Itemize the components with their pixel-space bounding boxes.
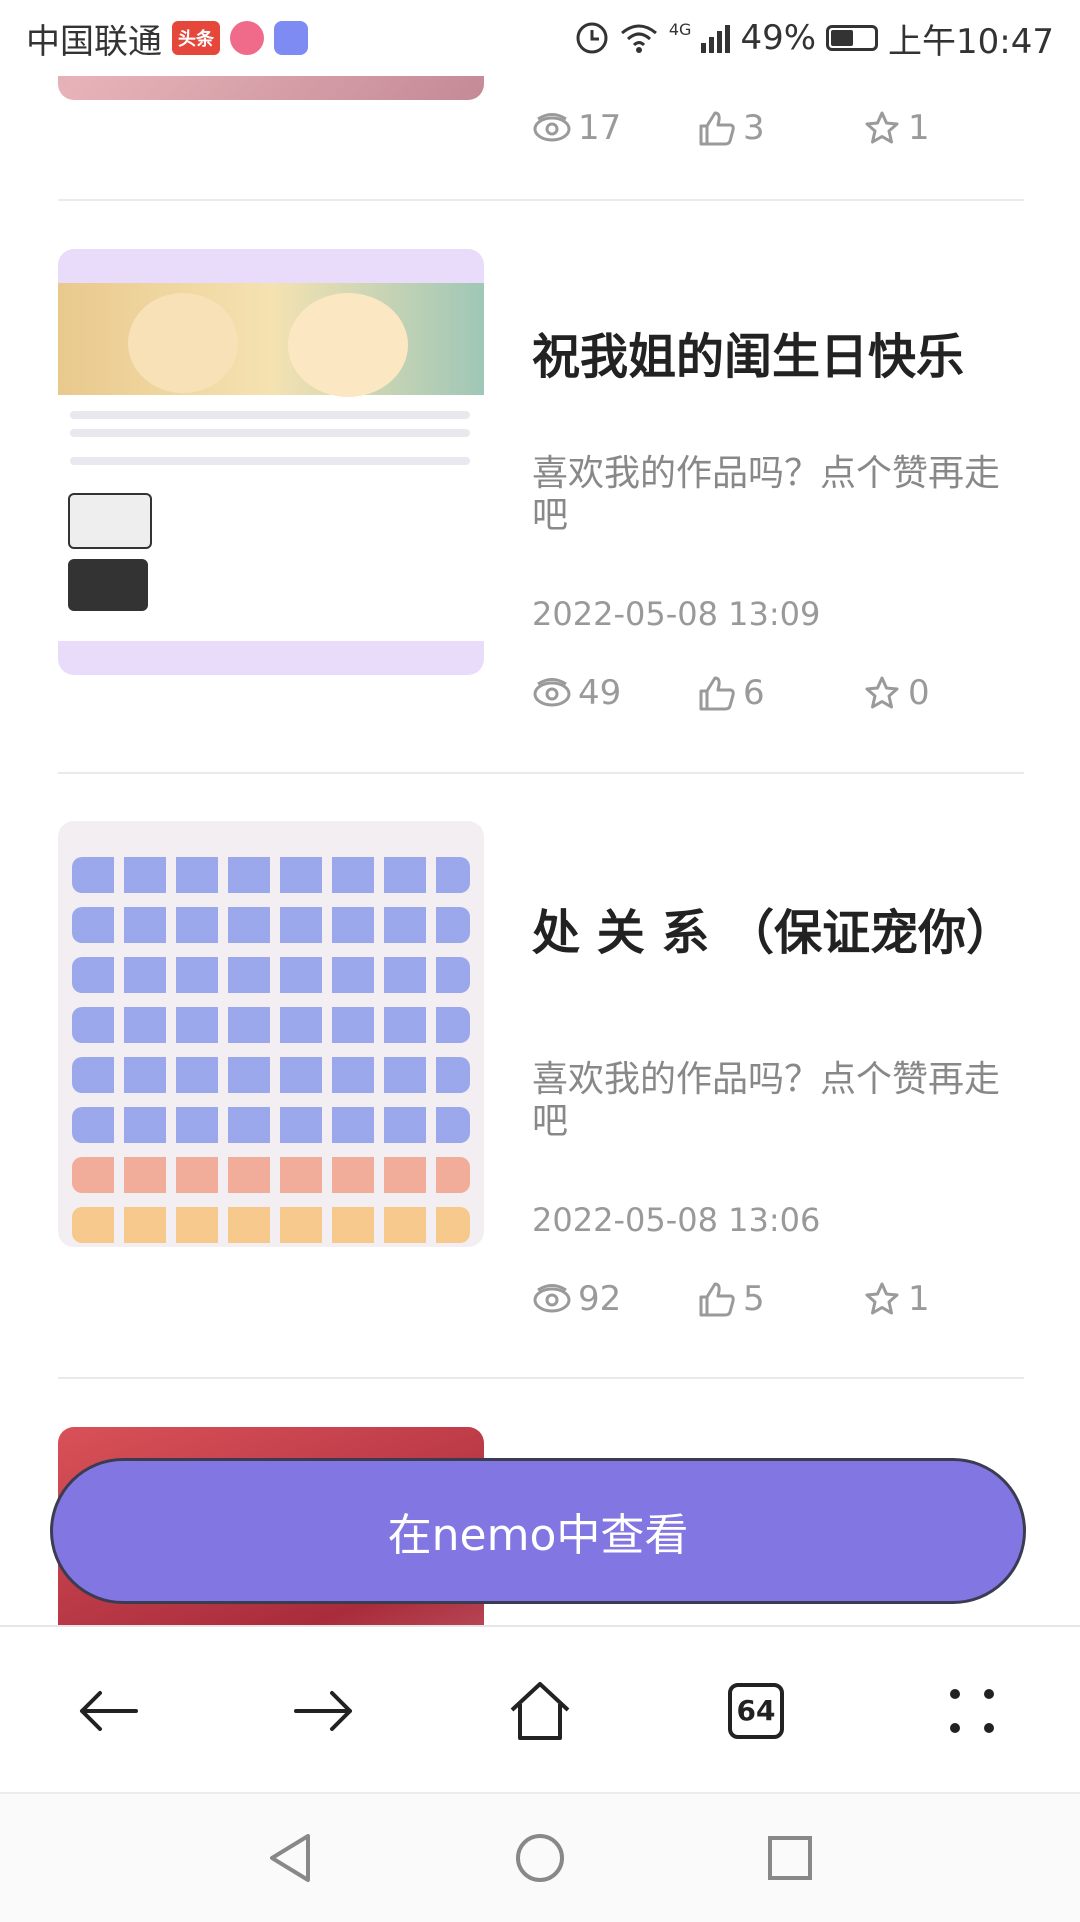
views-stat: 49 <box>532 673 697 713</box>
system-navigation-bar <box>0 1792 1080 1922</box>
likes-stat[interactable]: 5 <box>697 1279 862 1319</box>
favorites-count: 1 <box>908 108 930 148</box>
battery-icon <box>826 25 879 51</box>
network-type: 4G <box>668 19 692 39</box>
signal-strength-icon <box>701 23 731 53</box>
star-icon <box>865 1282 899 1315</box>
character-face <box>128 293 238 393</box>
system-recents-button[interactable] <box>760 1828 820 1888</box>
likes-stat[interactable]: 6 <box>697 673 862 713</box>
tabs-button[interactable]: 64 <box>716 1671 796 1751</box>
views-count: 49 <box>578 673 622 713</box>
wifi-icon <box>620 24 657 53</box>
thumbnail-screenshot <box>58 283 484 641</box>
thumbnail-image <box>68 493 152 549</box>
eye-icon <box>533 678 571 707</box>
post-feed: 17 3 1 祝我姐的闺生日快乐 喜欢我的作品吗？点个赞再走吧 2022-05-… <box>0 0 1080 1625</box>
status-bar: 中国联通 头条 4G 49% 上午10:47 <box>0 0 1080 76</box>
thumbnail-text-row <box>72 1207 470 1243</box>
back-button[interactable] <box>68 1671 148 1751</box>
favorites-stat[interactable]: 1 <box>862 1279 1027 1319</box>
thumbnail-text-row <box>72 1057 470 1093</box>
post-stats: 49 6 0 <box>532 673 1027 713</box>
app-notification-icon <box>230 21 264 55</box>
forward-arrow-icon <box>294 1690 352 1731</box>
forward-button[interactable] <box>284 1671 364 1751</box>
battery-percent: 49% <box>740 18 817 58</box>
menu-dots-icon <box>950 1688 994 1733</box>
thumbnail-line <box>70 429 470 437</box>
home-icon <box>510 1681 570 1740</box>
divider <box>58 199 1024 201</box>
nav-recents-icon <box>768 1836 812 1880</box>
thumbnail-text-row <box>72 1157 470 1193</box>
likes-count: 5 <box>743 1279 765 1319</box>
post-description: 喜欢我的作品吗？点个赞再走吧 <box>532 453 1001 536</box>
favorites-stat[interactable]: 1 <box>862 108 1027 148</box>
thumbnail-banner <box>58 283 484 397</box>
eye-icon <box>533 1284 571 1313</box>
likes-count: 6 <box>743 673 765 713</box>
post-title[interactable]: 祝我姐的闺生日快乐 <box>532 329 1002 385</box>
star-icon <box>865 676 899 709</box>
thumbs-up-icon <box>699 111 735 146</box>
favorites-stat[interactable]: 0 <box>862 673 1027 713</box>
favorites-count: 0 <box>908 673 930 713</box>
eye-icon <box>533 113 571 142</box>
thumbnail-text-row <box>72 907 470 943</box>
likes-stat[interactable]: 3 <box>697 108 862 148</box>
home-button[interactable] <box>500 1671 580 1751</box>
post-description: 喜欢我的作品吗？点个赞再走吧 <box>532 1059 1001 1142</box>
thumbnail-image <box>68 559 148 611</box>
post-thumbnail[interactable] <box>58 821 484 1247</box>
likes-count: 3 <box>743 108 765 148</box>
tabs-icon: 64 <box>728 1682 784 1739</box>
star-icon <box>865 111 899 144</box>
data-saver-icon <box>576 22 608 54</box>
divider <box>58 1377 1024 1379</box>
thumbs-up-icon <box>699 676 735 711</box>
thumbnail-line <box>70 457 470 465</box>
carrier-name: 中国联通 <box>26 21 162 62</box>
character-face <box>288 293 408 397</box>
menu-button[interactable] <box>932 1671 1012 1751</box>
post-thumbnail[interactable] <box>58 249 484 675</box>
browser-toolbar: 64 <box>0 1625 1080 1794</box>
thumbnail-text-row <box>72 957 470 993</box>
clock: 上午10:47 <box>888 21 1054 62</box>
post-date: 2022-05-08 13:06 <box>532 1201 821 1239</box>
nav-home-icon <box>516 1834 564 1882</box>
thumbnail-text-row <box>72 1007 470 1043</box>
system-home-button[interactable] <box>510 1828 570 1888</box>
views-stat: 17 <box>532 108 697 148</box>
views-stat: 92 <box>532 1279 697 1319</box>
thumbnail-text-row <box>72 1107 470 1143</box>
thumbnail-text-row <box>72 857 470 893</box>
views-count: 92 <box>578 1279 622 1319</box>
news-app-badge: 头条 <box>172 21 220 55</box>
thumbnail-line <box>70 411 470 419</box>
post-title[interactable]: 处 关 系 （保证宠你） <box>532 905 1014 961</box>
back-arrow-icon <box>80 1690 138 1731</box>
favorites-count: 1 <box>908 1279 930 1319</box>
system-back-button[interactable] <box>260 1828 320 1888</box>
views-count: 17 <box>578 108 622 148</box>
post-stats: 17 3 1 <box>532 108 1027 148</box>
post-date: 2022-05-08 13:09 <box>532 595 821 633</box>
post-stats: 92 5 1 <box>532 1279 1027 1319</box>
thumbs-up-icon <box>699 1282 735 1317</box>
nav-back-icon <box>270 1834 310 1882</box>
divider <box>58 772 1024 774</box>
open-in-nemo-button[interactable]: 在nemo中查看 <box>50 1458 1026 1604</box>
music-app-icon <box>274 21 308 55</box>
